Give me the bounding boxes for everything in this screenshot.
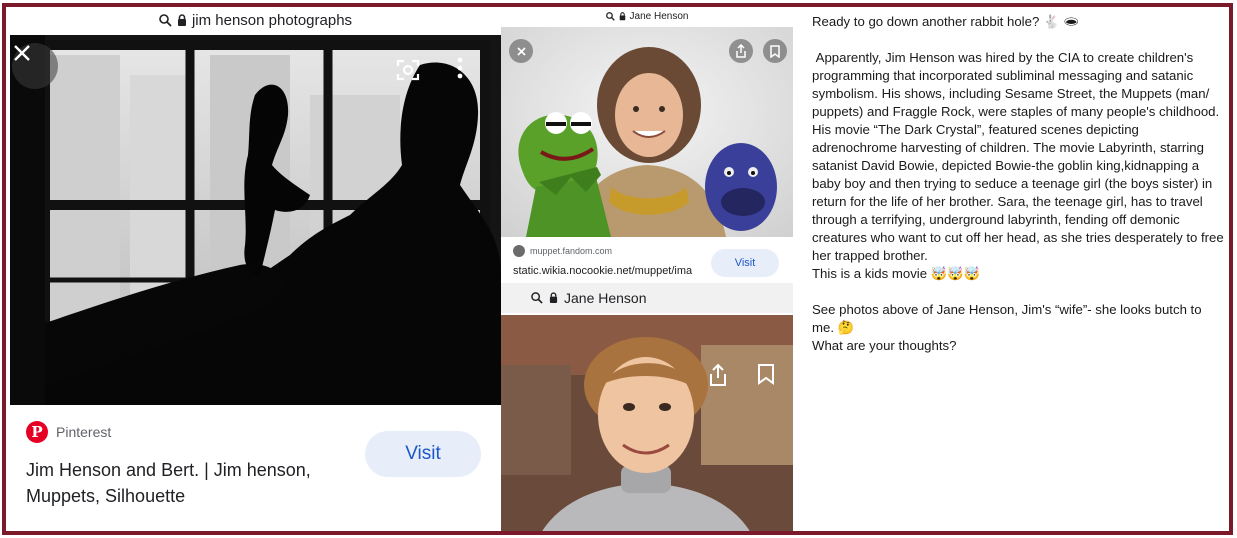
post-paragraph-2: See photos above of Jane Henson, Jim's “… — [812, 302, 1206, 335]
bookmark-icon — [770, 44, 780, 58]
close-icon — [516, 46, 526, 56]
henson-silhouette-photo[interactable] — [10, 35, 501, 405]
result-caption: muppet.fandom.com static.wikia.nocookie.… — [501, 237, 793, 283]
search-icon — [531, 292, 543, 304]
lens-icon — [396, 59, 420, 81]
lock-icon — [549, 292, 558, 303]
post-kids-line: This is a kids movie 🤯🤯🤯 — [812, 266, 980, 281]
address-bar[interactable]: Jane Henson — [501, 283, 793, 313]
pinterest-result-panel: jim henson photographs P Pinterest Visit… — [10, 7, 501, 531]
close-button[interactable] — [12, 43, 58, 89]
bookmark-button[interactable] — [757, 363, 777, 387]
site-name: muppet.fandom.com — [530, 246, 613, 256]
lens-button[interactable] — [395, 57, 425, 87]
lock-icon — [177, 13, 186, 26]
search-icon — [605, 11, 615, 21]
url-text: jim henson photographs — [191, 11, 353, 29]
url-text: Jane Henson — [564, 290, 647, 306]
share-button[interactable] — [729, 39, 753, 63]
image-url[interactable]: static.wikia.nocookie.net/muppet/ima — [513, 265, 692, 277]
source-row[interactable]: P Pinterest — [26, 421, 111, 443]
post-text: Ready to go down another rabbit hole? 🐇 … — [812, 13, 1226, 523]
url-text: Jane Henson — [629, 10, 689, 22]
post-intro: Ready to go down another rabbit hole? 🐇 … — [812, 14, 1080, 29]
more-options-button[interactable] — [457, 57, 477, 87]
post-frame: jim henson photographs P Pinterest Visit… — [2, 3, 1233, 535]
source-name: Pinterest — [56, 424, 112, 440]
bookmark-button[interactable] — [763, 39, 787, 63]
address-bar[interactable]: jim henson photographs — [10, 7, 501, 33]
post-paragraph: Apparently, Jim Henson was hired by the … — [812, 50, 1228, 263]
search-icon — [159, 13, 172, 27]
address-bar[interactable]: Jane Henson — [501, 7, 793, 25]
lock-icon — [619, 11, 625, 20]
fandom-result-panel: Jane Henson muppet.fandom.com static.wik… — [501, 7, 793, 283]
post-question: What are your thoughts? — [812, 338, 957, 353]
close-icon — [14, 45, 30, 61]
jane-henson-muppets-photo[interactable] — [501, 27, 793, 237]
share-icon — [710, 363, 726, 386]
result-title[interactable]: Jim Henson and Bert. | Jim henson, Muppe… — [26, 457, 356, 509]
fandom-logo-icon — [513, 245, 525, 257]
bookmark-icon — [758, 364, 774, 385]
more-vert-icon — [457, 57, 463, 79]
visit-button[interactable]: Visit — [711, 249, 779, 277]
jane-henson-portrait-photo[interactable] — [501, 315, 793, 531]
result-info: P Pinterest Visit Jim Henson and Bert. |… — [10, 405, 501, 531]
source-row[interactable]: muppet.fandom.com — [513, 245, 612, 257]
visit-button[interactable]: Visit — [365, 431, 481, 477]
jane-henson-panel: Jane Henson — [501, 283, 793, 531]
close-button[interactable] — [509, 39, 533, 63]
share-icon — [736, 44, 746, 58]
share-button[interactable] — [707, 363, 729, 387]
pinterest-logo-icon: P — [26, 421, 48, 443]
